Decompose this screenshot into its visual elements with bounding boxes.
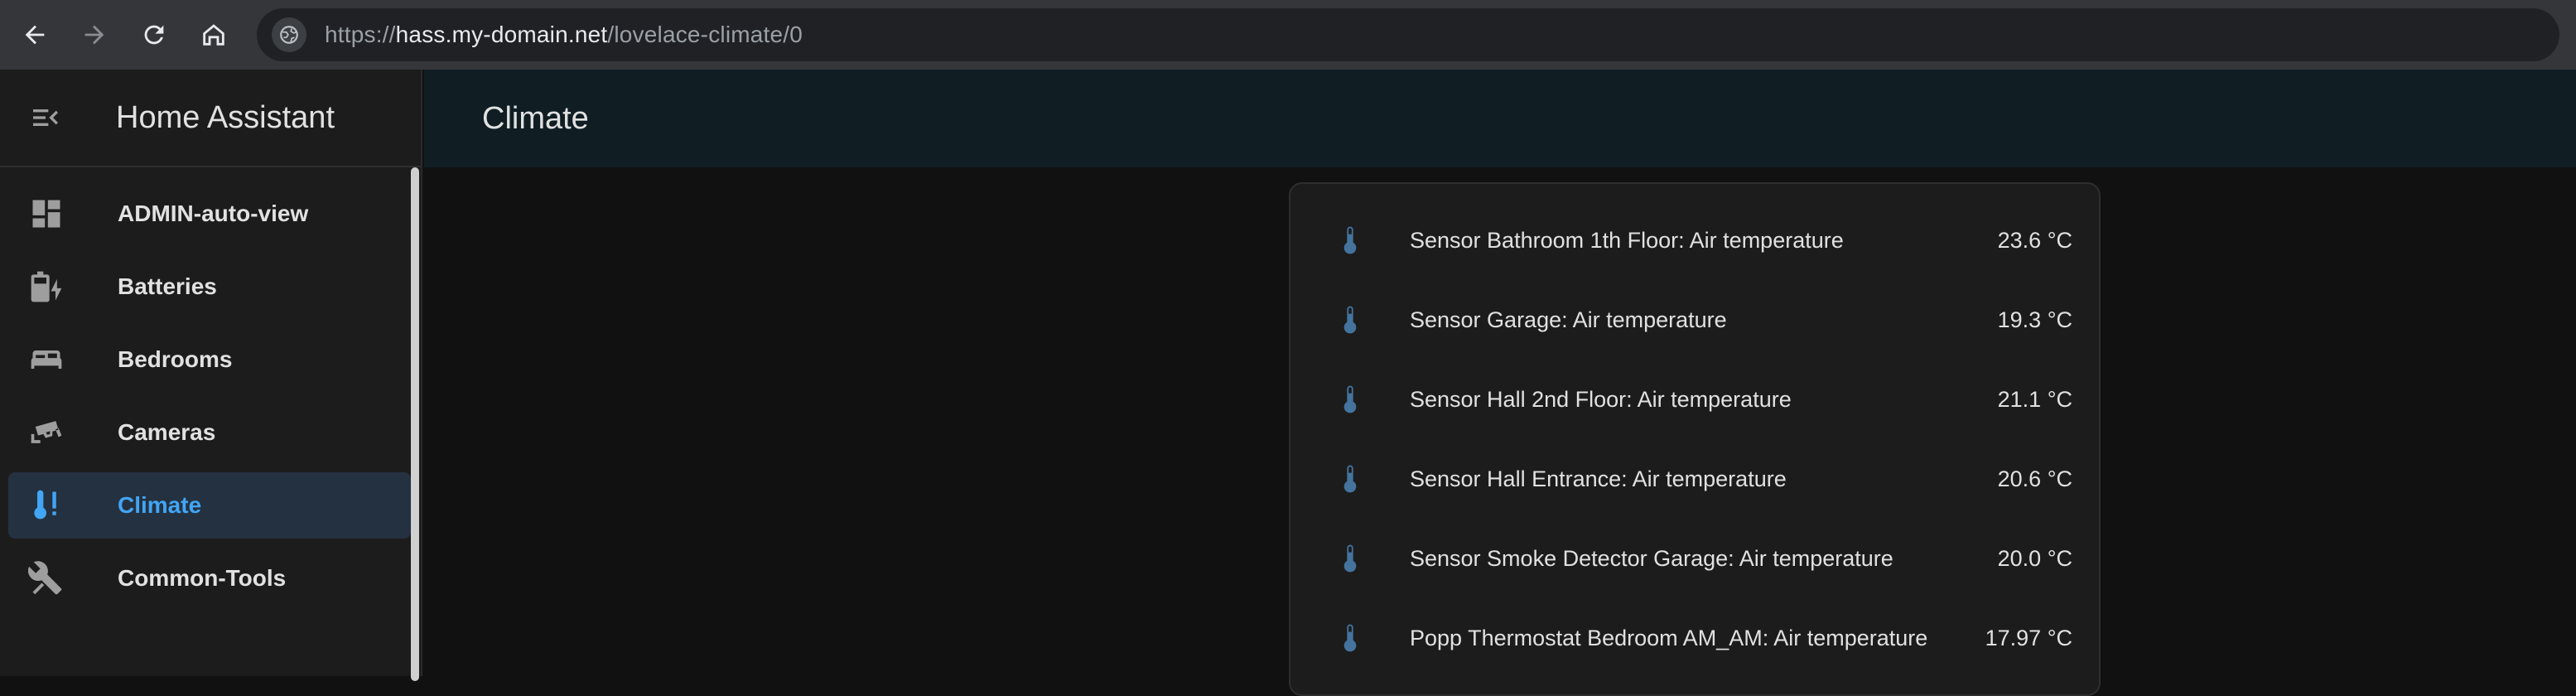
tools-icon-wrap bbox=[8, 560, 84, 597]
entities-card: Sensor Bathroom 1th Floor: Air temperatu… bbox=[1289, 182, 2101, 696]
reload-icon bbox=[144, 25, 164, 45]
entity-state: 20.0 °C bbox=[1997, 545, 2072, 571]
entity-name: Sensor Bathroom 1th Floor: Air temperatu… bbox=[1410, 227, 1844, 253]
entity-row[interactable]: Sensor Bathroom 1th Floor: Air temperatu… bbox=[1290, 201, 2099, 280]
home-button[interactable] bbox=[184, 0, 244, 70]
entity-state: 21.1 °C bbox=[1997, 386, 2072, 412]
sidebar-item-bedrooms[interactable]: Bedrooms bbox=[8, 326, 411, 393]
thermometer-icon-wrap bbox=[1317, 222, 1383, 259]
cctv-icon-wrap bbox=[8, 414, 84, 451]
entity-state: 19.3 °C bbox=[1997, 307, 2072, 332]
address-bar[interactable]: https://hass.my-domain.net/lovelace-clim… bbox=[257, 8, 2559, 61]
url-scheme: https:// bbox=[325, 22, 396, 47]
entity-name: Sensor Hall 2nd Floor: Air temperature bbox=[1410, 386, 1792, 412]
sidebar-toggle-button[interactable] bbox=[0, 69, 91, 167]
bed-icon bbox=[31, 350, 62, 369]
tools-icon bbox=[28, 561, 62, 595]
sidebar-item-label: Batteries bbox=[118, 273, 217, 299]
sidebar-item-climate[interactable]: Climate bbox=[8, 472, 411, 539]
thermometer-icon-wrap bbox=[1317, 302, 1383, 338]
arrow-right-icon bbox=[84, 25, 104, 45]
sidebar-header: Home Assistant bbox=[0, 70, 421, 167]
entity-row[interactable]: Sensor Hall Entrance: Air temperature 20… bbox=[1290, 439, 2099, 519]
entity-row[interactable]: Sensor Garage: Air temperature 19.3 °C bbox=[1290, 280, 2099, 360]
view-dashboard-icon-wrap bbox=[8, 196, 84, 232]
browser-toolbar: https://hass.my-domain.net/lovelace-clim… bbox=[0, 0, 2576, 70]
thermometer-icon-wrap bbox=[1317, 620, 1383, 656]
forward-button[interactable] bbox=[65, 0, 124, 70]
reload-button[interactable] bbox=[124, 0, 184, 70]
sidebar-item-label: Bedrooms bbox=[118, 346, 233, 372]
cctv-icon bbox=[31, 421, 62, 443]
view-dashboard-icon bbox=[32, 200, 60, 228]
thermometer-icon-wrap bbox=[1317, 461, 1383, 497]
menu-open-icon bbox=[33, 109, 58, 126]
globe-icon bbox=[280, 26, 298, 44]
back-button[interactable] bbox=[5, 0, 65, 70]
thermometer-icon-wrap bbox=[1317, 381, 1383, 418]
entity-row[interactable]: Sensor Smoke Detector Garage: Air temper… bbox=[1290, 519, 2099, 598]
thermometer-alert-icon-wrap bbox=[8, 487, 84, 524]
entity-row[interactable]: Sensor Hall 2nd Floor: Air temperature 2… bbox=[1290, 360, 2099, 439]
app-title: Home Assistant bbox=[116, 99, 335, 135]
entity-name: Sensor Hall Entrance: Air temperature bbox=[1410, 466, 1787, 491]
entity-name: Sensor Garage: Air temperature bbox=[1410, 307, 1727, 332]
entity-state: 17.97 °C bbox=[1985, 625, 2072, 650]
entity-state: 20.6 °C bbox=[1997, 466, 2072, 491]
sidebar-list: ADMIN-auto-view Batteries Bedrooms Camer… bbox=[0, 167, 421, 611]
thermometer-icon bbox=[1343, 306, 1357, 334]
entity-state: 23.6 °C bbox=[1997, 227, 2072, 253]
page-title: Climate bbox=[482, 100, 589, 136]
battery-charging-icon-wrap bbox=[8, 268, 84, 305]
home-icon bbox=[203, 24, 224, 46]
site-info-icon[interactable] bbox=[272, 17, 306, 52]
view-header: Climate bbox=[424, 70, 2576, 167]
thermometer-icon bbox=[1343, 465, 1357, 493]
thermometer-alert-icon bbox=[34, 490, 56, 520]
entity-name: Sensor Smoke Detector Garage: Air temper… bbox=[1410, 545, 1893, 571]
thermometer-icon bbox=[1343, 544, 1357, 573]
thermometer-icon bbox=[1343, 624, 1357, 652]
url-path: /lovelace-climate/0 bbox=[607, 22, 803, 47]
sidebar-item-label: Cameras bbox=[118, 419, 216, 445]
sidebar-item-cameras[interactable]: Cameras bbox=[8, 399, 411, 466]
sidebar-item-label: ADMIN-auto-view bbox=[118, 201, 309, 226]
sidebar-item-label: Common-Tools bbox=[118, 565, 287, 591]
bed-icon-wrap bbox=[8, 341, 84, 378]
sidebar-item-batteries[interactable]: Batteries bbox=[8, 254, 411, 320]
battery-charging-icon bbox=[31, 271, 62, 302]
thermometer-icon bbox=[1343, 385, 1357, 413]
entity-row[interactable]: Popp Thermostat Bedroom AM_AM: Air tempe… bbox=[1290, 598, 2099, 678]
arrow-left-icon bbox=[25, 25, 45, 45]
sidebar-item-label: Climate bbox=[118, 492, 202, 518]
url-host: hass.my-domain.net bbox=[395, 22, 608, 47]
sidebar-scrollbar[interactable] bbox=[411, 167, 419, 681]
sidebar-item-admin-auto-view[interactable]: ADMIN-auto-view bbox=[8, 181, 411, 247]
sidebar-item-common-tools[interactable]: Common-Tools bbox=[8, 545, 411, 611]
thermometer-icon-wrap bbox=[1317, 540, 1383, 577]
entity-name: Popp Thermostat Bedroom AM_AM: Air tempe… bbox=[1410, 625, 1928, 650]
thermometer-icon bbox=[1343, 226, 1357, 254]
url-text: https://hass.my-domain.net/lovelace-clim… bbox=[325, 22, 803, 48]
sidebar: Home Assistant ADMIN-auto-view Batteries… bbox=[0, 70, 422, 681]
